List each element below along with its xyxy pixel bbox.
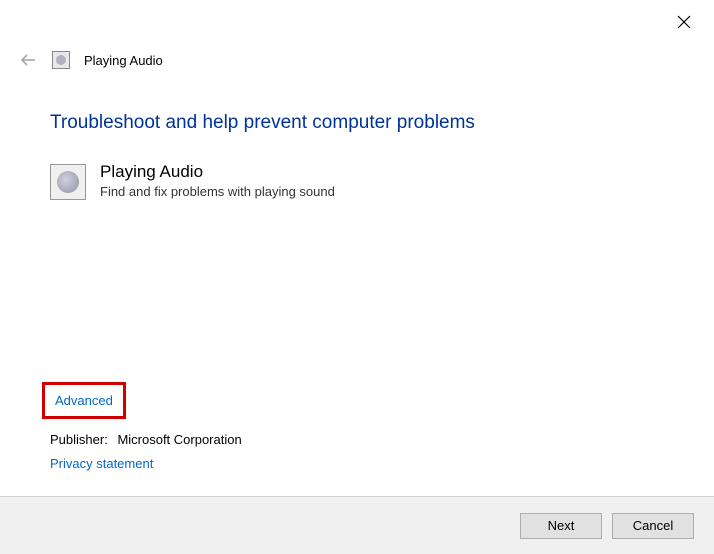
troubleshooter-title: Playing Audio — [100, 162, 335, 182]
arrow-left-icon — [20, 53, 36, 67]
troubleshooter-description: Find and fix problems with playing sound — [100, 184, 335, 199]
content-area: Troubleshoot and help prevent computer p… — [50, 112, 664, 200]
publisher-value: Microsoft Corporation — [117, 432, 241, 447]
close-icon — [677, 15, 691, 29]
advanced-section: Advanced — [42, 382, 126, 419]
cancel-button[interactable]: Cancel — [612, 513, 694, 539]
main-heading: Troubleshoot and help prevent computer p… — [50, 112, 664, 134]
close-button[interactable] — [674, 12, 694, 32]
troubleshooter-text: Playing Audio Find and fix problems with… — [100, 162, 335, 199]
troubleshooter-header-icon — [52, 51, 70, 69]
troubleshooter-item: Playing Audio Find and fix problems with… — [50, 162, 664, 200]
speaker-icon — [50, 164, 86, 200]
back-button[interactable] — [18, 50, 38, 70]
publisher-row: Publisher: Microsoft Corporation — [50, 432, 242, 447]
next-button[interactable]: Next — [520, 513, 602, 539]
footer: Next Cancel — [0, 496, 714, 554]
header: Playing Audio — [18, 50, 163, 70]
privacy-statement-link[interactable]: Privacy statement — [50, 456, 153, 471]
window-title: Playing Audio — [84, 53, 163, 68]
publisher-section: Publisher: Microsoft Corporation Privacy… — [50, 432, 242, 473]
advanced-link[interactable]: Advanced — [42, 382, 126, 419]
publisher-label: Publisher: — [50, 432, 108, 447]
